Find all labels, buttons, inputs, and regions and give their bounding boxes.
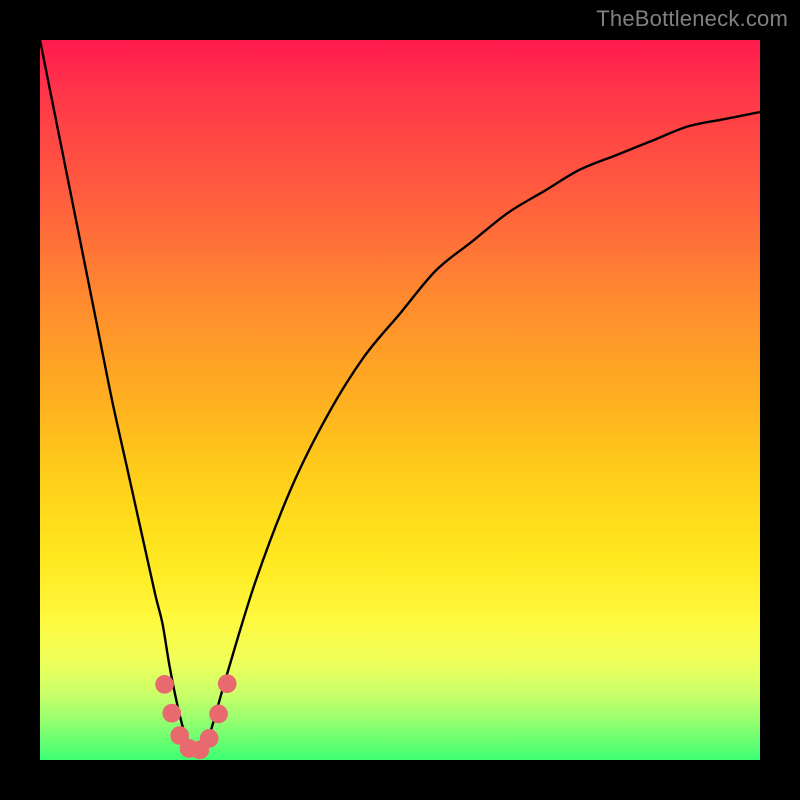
- chart-svg: [40, 40, 760, 760]
- highlight-point: [162, 704, 181, 723]
- highlight-point: [200, 729, 219, 748]
- highlight-point: [155, 675, 174, 694]
- highlighted-points: [155, 674, 236, 759]
- chart-frame: TheBottleneck.com: [0, 0, 800, 800]
- highlight-point: [218, 674, 237, 693]
- gradient-plot-area: [40, 40, 760, 760]
- highlight-point: [209, 705, 228, 724]
- bottleneck-curve: [40, 40, 760, 753]
- watermark-text: TheBottleneck.com: [596, 6, 788, 32]
